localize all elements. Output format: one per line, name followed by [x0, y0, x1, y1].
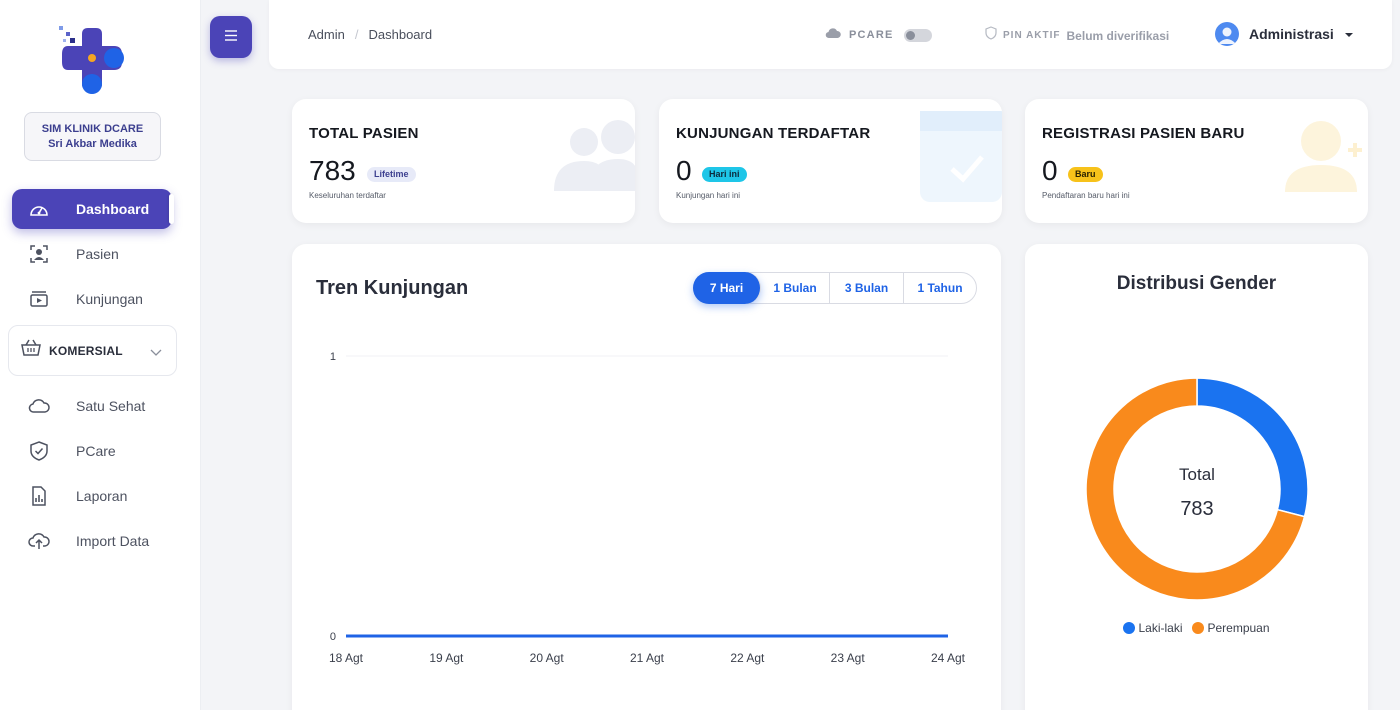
stat-subtitle: Keseluruhan terdaftar: [309, 191, 386, 200]
breadcrumb-admin[interactable]: Admin: [308, 27, 345, 42]
legend-swatch: [1192, 622, 1205, 634]
legend-item-laki-laki[interactable]: Laki-laki: [1123, 621, 1182, 635]
donut-legend: Laki-laki Perempuan: [1025, 621, 1368, 635]
x-tick-label: 19 Agt: [429, 651, 464, 665]
user-plus-icon: [1285, 121, 1362, 192]
pcare-toggle[interactable]: [903, 28, 932, 42]
sidebar-item-label: Satu Sehat: [76, 398, 146, 414]
hamburger-icon: [224, 28, 238, 46]
stat-title: TOTAL PASIEN: [309, 125, 419, 142]
stat-subtitle: Pendaftaran baru hari ini: [1042, 191, 1130, 200]
stat-title: REGISTRASI PASIEN BARU: [1042, 125, 1245, 142]
sidebar-section-komersial[interactable]: KOMERSIAL: [8, 325, 177, 376]
legend-label: Perempuan: [1207, 621, 1270, 635]
clinic-logo-icon: [59, 26, 124, 94]
clinic-name-line1: SIM KLINIK DCARE: [41, 123, 144, 135]
pcare-status: PCARE: [825, 26, 932, 44]
x-tick-label: 24 Agt: [931, 651, 966, 665]
sidebar-item-pasien[interactable]: Pasien: [12, 234, 172, 274]
basket-icon: [21, 339, 41, 362]
stat-badge: Lifetime: [367, 167, 416, 182]
x-tick-label: 21 Agt: [630, 651, 665, 665]
active-indicator: [169, 194, 174, 224]
visit-icon: [12, 290, 66, 308]
shield-icon: [12, 441, 66, 461]
stat-value: 0: [1042, 155, 1058, 186]
donut-center-label: Total: [1179, 465, 1215, 484]
breadcrumb-separator: /: [354, 27, 359, 42]
sidebar-item-laporan[interactable]: Laporan: [12, 476, 172, 516]
cloud-icon: [825, 26, 841, 44]
sidebar: SIM KLINIK DCARE Sri Akbar Medika Dashbo…: [0, 0, 201, 710]
sidebar-item-kunjungan[interactable]: Kunjungan: [12, 279, 172, 319]
sidebar-item-label: Pasien: [76, 246, 119, 262]
pin-label: PIN AKTIF: [1003, 30, 1061, 41]
x-tick-label: 22 Agt: [730, 651, 765, 665]
gauge-icon: [12, 201, 66, 217]
report-icon: [12, 486, 66, 506]
breadcrumb-dashboard: Dashboard: [368, 27, 433, 42]
sidebar-item-import-data[interactable]: Import Data: [12, 521, 172, 561]
stat-badge: Hari ini: [702, 167, 747, 182]
legend-swatch: [1123, 622, 1136, 634]
pcare-label: PCARE: [849, 29, 894, 41]
sidebar-item-dashboard[interactable]: Dashboard: [12, 189, 172, 229]
stat-badge: Baru: [1068, 167, 1103, 182]
stat-value: 0: [676, 155, 692, 186]
pin-status-value: Belum diverifikasi: [1066, 28, 1170, 43]
donut-slice-laki-laki: [1196, 377, 1309, 518]
sidebar-item-satu-sehat[interactable]: Satu Sehat: [12, 386, 172, 426]
line-chart: 0 1 18 Agt 19 Agt 20 Agt 21 Agt 22 Agt 23 Agt 24…: [329, 351, 966, 665]
chevron-down-icon: [150, 344, 162, 362]
cloud-icon: [12, 398, 66, 414]
upload-icon: [12, 532, 66, 550]
user-menu[interactable]: Administrasi: [1215, 22, 1354, 46]
donut-center-value: 783: [1180, 498, 1213, 520]
user-name: Administrasi: [1249, 26, 1334, 42]
top-bar: Admin / Dashboard PCARE PIN AKTIF Belum …: [269, 0, 1392, 69]
y-tick-label: 1: [330, 351, 336, 363]
sidebar-item-label: Import Data: [76, 533, 150, 549]
chart-card-tren-kunjungan: Tren Kunjungan 7 Hari 1 Bulan 3 Bulan 1 …: [292, 244, 1001, 710]
shield-icon: [985, 26, 997, 45]
menu-toggle-button[interactable]: [210, 16, 252, 58]
y-tick-label: 0: [330, 631, 336, 643]
legend-label: Laki-laki: [1138, 621, 1183, 635]
stat-value: 783: [309, 155, 356, 186]
breadcrumb: Admin / Dashboard: [308, 27, 432, 42]
x-tick-label: 20 Agt: [530, 651, 565, 665]
stat-subtitle: Kunjungan hari ini: [676, 191, 741, 200]
section-label: KOMERSIAL: [49, 343, 123, 358]
sidebar-item-pcare[interactable]: PCare: [12, 431, 172, 471]
patient-icon: [12, 244, 66, 264]
stat-card-registrasi: REGISTRASI PASIEN BARU 0 Baru Pendaftara…: [1025, 99, 1368, 223]
calendar-check-icon: [920, 111, 1002, 202]
chart-card-distribusi-gender: Distribusi Gender Total 783 Laki-laki Per…: [1025, 244, 1368, 710]
clinic-name-line2: Sri Akbar Medika: [48, 138, 137, 150]
avatar: [1215, 22, 1239, 46]
x-tick-label: 18 Agt: [329, 651, 364, 665]
pin-status: PIN AKTIF Belum diverifikasi: [985, 26, 1169, 45]
stat-title: KUNJUNGAN TERDAFTAR: [676, 125, 871, 142]
stat-card-kunjungan: KUNJUNGAN TERDAFTAR 0 Hari ini Kunjungan…: [659, 99, 1002, 223]
users-icon: [554, 120, 635, 191]
stat-card-total-pasien: TOTAL PASIEN 783 Lifetime Keseluruhan te…: [292, 99, 635, 223]
clinic-name-box: SIM KLINIK DCARE Sri Akbar Medika: [24, 112, 161, 161]
legend-item-perempuan[interactable]: Perempuan: [1192, 621, 1270, 635]
sidebar-item-label: Laporan: [76, 488, 128, 504]
sidebar-item-label: Kunjungan: [76, 291, 143, 307]
sidebar-item-label: Dashboard: [76, 201, 150, 217]
x-tick-label: 23 Agt: [831, 651, 866, 665]
caret-down-icon: [1344, 25, 1354, 43]
sidebar-item-label: PCare: [76, 443, 116, 459]
donut-chart: Total 783: [1085, 377, 1309, 601]
